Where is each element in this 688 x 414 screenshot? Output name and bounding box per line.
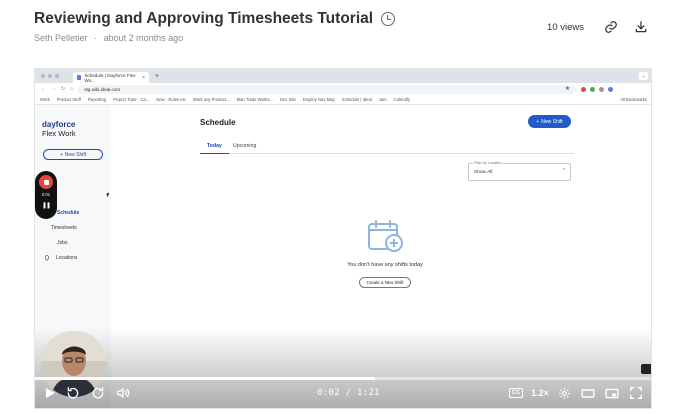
browser-tab: Schedule | Dayforce Flex Wo... × bbox=[73, 72, 149, 83]
bookmark-item: Work any Product... bbox=[192, 97, 230, 102]
brand-logo: dayforce bbox=[42, 120, 76, 129]
location-filter-select: Filter by Location Show All ⌃ bbox=[468, 161, 571, 181]
bookmark-item: Product Stuff bbox=[56, 97, 81, 102]
url-field: stg.wiki.ideal.com ★ bbox=[78, 84, 577, 94]
active-tab-indicator bbox=[200, 152, 229, 154]
download-icon[interactable] bbox=[632, 18, 650, 36]
cc-icon: CC bbox=[508, 388, 524, 398]
sidebar-item-schedule: Schedule bbox=[57, 210, 79, 216]
close-icon: × bbox=[142, 74, 145, 81]
progress-fill bbox=[35, 377, 375, 380]
reload-icon: ↻ bbox=[61, 86, 66, 92]
link-icon[interactable] bbox=[602, 18, 620, 36]
chevron-down-icon: ⌄ bbox=[639, 72, 648, 80]
brand-subtitle: Flex Work bbox=[42, 129, 76, 138]
upload-time: about 2 months ago bbox=[103, 33, 184, 43]
bookmark-item: Work bbox=[40, 97, 50, 102]
filter-value: Show All bbox=[474, 170, 493, 175]
view-count: 10 views bbox=[547, 21, 584, 33]
volume-icon[interactable] bbox=[115, 385, 131, 401]
home-icon: ⌂ bbox=[70, 86, 74, 92]
author-name[interactable]: Seth Pelletier bbox=[34, 33, 88, 43]
picture-in-picture-icon[interactable] bbox=[604, 385, 620, 401]
star-icon: ★ bbox=[564, 85, 571, 92]
comment-icon[interactable] bbox=[641, 364, 651, 374]
tab-upcoming: Upcoming bbox=[233, 143, 257, 149]
captions-button[interactable]: CC bbox=[507, 385, 525, 401]
empty-state-text: You don't have any shifts today bbox=[347, 262, 423, 268]
all-bookmarks: All Bookmarks bbox=[620, 97, 647, 102]
sidebar-item-jobs: Jobs bbox=[57, 240, 68, 246]
bookmark-item: Employ Nav Map bbox=[302, 97, 335, 102]
recording-controls: 0:01 ❚❚ bbox=[35, 171, 57, 219]
schedule-tabs: Today Upcoming bbox=[200, 142, 574, 154]
back-icon: ← bbox=[41, 86, 46, 92]
fullscreen-icon[interactable] bbox=[628, 385, 644, 401]
new-shift-button: + New Shift bbox=[528, 115, 571, 128]
sidebar-item-timesheets: Timesheets bbox=[51, 225, 77, 231]
new-tab-icon: + bbox=[155, 72, 160, 80]
playback-speed-button[interactable]: 1.2× bbox=[529, 385, 551, 401]
mouse-cursor-icon bbox=[106, 192, 111, 198]
favicon-icon bbox=[77, 75, 82, 80]
plus-icon: + bbox=[536, 118, 540, 125]
sidebar-item-label: Schedule bbox=[57, 210, 80, 216]
extension-icons bbox=[581, 86, 614, 92]
tab-today: Today bbox=[207, 143, 222, 149]
filter-label: Filter by Location bbox=[473, 161, 503, 165]
bookmark-item: Man Trade Works... bbox=[236, 97, 274, 102]
bookmark-item: Calendly bbox=[393, 97, 410, 102]
meta-separator: · bbox=[94, 33, 98, 43]
header-actions: 10 views bbox=[547, 18, 650, 36]
browser-tab-bar: Schedule | Dayforce Flex Wo... × + ⌄ bbox=[35, 69, 651, 83]
video-player[interactable]: Schedule | Dayforce Flex Wo... × + ⌄ ← →… bbox=[34, 68, 652, 409]
time-display: 0:02 / 1:21 bbox=[317, 388, 380, 398]
calendar-add-icon bbox=[368, 220, 403, 252]
recording-time: 0:01 bbox=[41, 192, 51, 197]
new-shift-label: New Shift bbox=[541, 118, 563, 125]
plus-icon: + bbox=[59, 151, 63, 158]
sidebar-new-shift-button: + New Shift bbox=[43, 149, 103, 160]
url-text: stg.wiki.ideal.com bbox=[84, 86, 121, 92]
video-meta: Seth Pelletier · about 2 months ago bbox=[34, 33, 183, 43]
play-icon[interactable] bbox=[43, 385, 57, 401]
location-pin-icon bbox=[44, 255, 50, 261]
browser-address-bar: ← → ↻ ⌂ stg.wiki.ideal.com ★ bbox=[35, 83, 651, 95]
bookmark-item: Jam bbox=[378, 97, 387, 102]
browser-tab-title: Schedule | Dayforce Flex Wo... bbox=[84, 72, 136, 83]
playback-speed: 1.2× bbox=[531, 388, 549, 398]
sidebar-new-shift-label: New Shift bbox=[64, 151, 87, 158]
page-title: Schedule bbox=[200, 118, 236, 127]
gear-icon[interactable] bbox=[556, 385, 572, 401]
bookmarks-bar: Work Product Stuff Reporting Project Tut… bbox=[35, 95, 651, 105]
bookmark-item: Dev Site bbox=[280, 97, 296, 102]
theater-mode-icon[interactable] bbox=[580, 385, 596, 401]
forward-5-icon[interactable] bbox=[90, 385, 106, 401]
window-controls bbox=[41, 74, 59, 78]
title-row: Reviewing and Approving Timesheets Tutor… bbox=[34, 10, 396, 28]
bookmark-item: Now - Rules etc bbox=[156, 97, 186, 102]
rewind-5-icon[interactable] bbox=[65, 385, 81, 401]
sidebar-item-label: Jobs bbox=[57, 240, 68, 246]
forward-icon: → bbox=[51, 86, 56, 92]
bookmark-item: Reporting bbox=[87, 97, 107, 102]
video-title: Reviewing and Approving Timesheets Tutor… bbox=[34, 10, 374, 27]
pause-icon: ❚❚ bbox=[41, 203, 51, 209]
create-new-shift-button: Create a New Shift bbox=[359, 277, 411, 288]
sidebar-item-label: Timesheets bbox=[51, 225, 77, 231]
bookmark-item: Project Tutor - Ca... bbox=[113, 97, 150, 102]
chevron-updown-icon: ⌃ bbox=[561, 169, 566, 174]
bookmark-item: Schedule | Ideal bbox=[341, 97, 372, 102]
sidebar-item-locations: Locations bbox=[44, 255, 77, 261]
video-page: Reviewing and Approving Timesheets Tutor… bbox=[0, 0, 688, 414]
sidebar-item-label: Locations bbox=[56, 255, 78, 261]
clock-icon[interactable] bbox=[381, 12, 396, 26]
progress-bar[interactable] bbox=[35, 377, 651, 380]
record-stop-icon bbox=[39, 175, 53, 189]
